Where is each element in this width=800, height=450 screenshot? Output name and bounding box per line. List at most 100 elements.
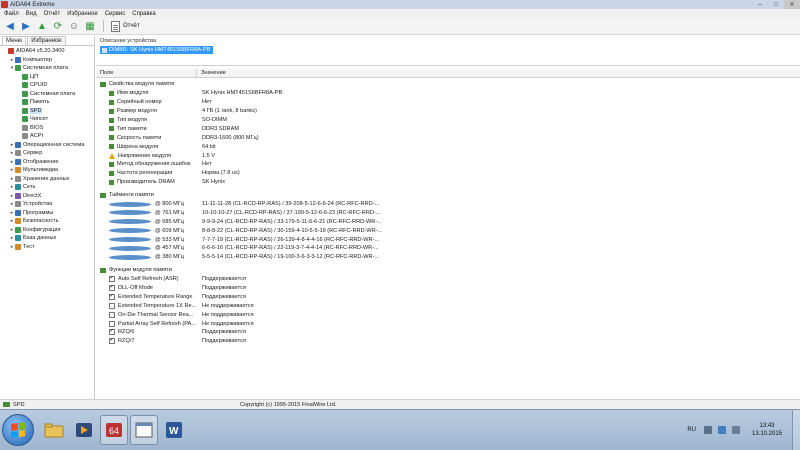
tree-node[interactable]: ACPI <box>0 132 94 141</box>
property-field: On-Die Thermal Sensor Rea... <box>96 311 201 318</box>
column-field[interactable]: Поле <box>96 70 196 76</box>
property-row[interactable]: Auto Self Refresh (ASR) Поддерживается <box>96 275 800 284</box>
property-row[interactable]: Частота регенерации Норма (7.8 us) <box>96 169 800 178</box>
start-button[interactable] <box>2 414 34 446</box>
refresh-icon[interactable]: ⟳ <box>51 19 65 33</box>
property-row[interactable]: RZQ/6 Поддерживается <box>96 328 800 337</box>
property-row[interactable]: Extended Temperature Range Поддерживается <box>96 292 800 301</box>
tree-node-label: База данных <box>23 235 57 242</box>
property-row[interactable]: @ 761 МГц 10-10-10-27 (CL-RCD-RP-RAS) / 3… <box>96 208 800 217</box>
property-row[interactable]: @ 533 МГц 7-7-7-19 (CL-RCD-RP-RAS) / 26-1… <box>96 235 800 244</box>
property-field-label: @ 533 МГц <box>155 236 185 243</box>
tray-volume-icon[interactable] <box>732 426 740 434</box>
tree-node[interactable]: ▸ Сеть <box>0 183 94 192</box>
property-value: Поддерживается <box>202 276 246 283</box>
tree-node[interactable]: CPUID <box>0 81 94 90</box>
tree-node[interactable]: ▸ Конфигурация <box>0 226 94 235</box>
tree-node[interactable]: ЦП <box>0 73 94 82</box>
tree-node-icon <box>15 65 21 72</box>
tree-node[interactable]: ▸ Мультимедиа <box>0 166 94 175</box>
tree-node[interactable]: Системная плата <box>0 90 94 99</box>
minimize-button[interactable]: – <box>752 0 768 9</box>
tree-node[interactable]: ▾ Системная плата <box>0 64 94 73</box>
windows-logo-icon <box>11 422 25 438</box>
menu-help[interactable]: Справка <box>132 11 156 17</box>
taskbar-word-button[interactable]: W <box>160 415 188 445</box>
close-button[interactable]: ✕ <box>784 0 800 9</box>
property-row[interactable]: Серийный номер Нет <box>96 98 800 107</box>
property-row[interactable]: On-Die Thermal Sensor Rea... Не поддержив… <box>96 310 800 319</box>
tree-node[interactable]: AIDA64 v5.20.3400 <box>0 47 94 56</box>
warning-icon <box>109 152 115 159</box>
column-value[interactable]: Значение <box>196 68 226 78</box>
property-row[interactable]: Напряжение модуля 1.5 V <box>96 151 800 160</box>
tab-favorites[interactable]: Избранное <box>27 36 66 45</box>
property-row[interactable]: @ 457 МГц 6-6-6-16 (CL-RCD-RP-RAS) / 22-1… <box>96 244 800 253</box>
tree-node[interactable]: ▸ Хранение данных <box>0 175 94 184</box>
clock[interactable]: 13:43 13.10.2015 <box>746 422 788 438</box>
back-arrow-icon[interactable]: ◀ <box>3 19 17 33</box>
maximize-button[interactable]: □ <box>768 0 784 9</box>
tree-node-label: Чипсет <box>30 116 49 123</box>
tree-node[interactable]: ▸ Сервер <box>0 149 94 158</box>
tab-menu[interactable]: Меню <box>2 36 27 45</box>
language-indicator[interactable]: RU <box>687 427 696 433</box>
tree-node[interactable]: ▸ Безопасность <box>0 217 94 226</box>
tree-node[interactable]: ▸ База данных <box>0 234 94 243</box>
property-row[interactable]: Тип памяти DDR3 SDRAM <box>96 124 800 133</box>
tree-node[interactable]: ▸ Отображение <box>0 158 94 167</box>
menu-tools[interactable]: Сервис <box>105 11 126 17</box>
taskbar-aida64-button[interactable]: 64 <box>100 415 128 445</box>
property-field: Ширина модуля <box>96 144 201 150</box>
tree-node[interactable]: Память <box>0 98 94 107</box>
tree-node[interactable]: ▸ Тест <box>0 243 94 252</box>
menu-file[interactable]: Файл <box>4 11 19 17</box>
property-value: 7-7-7-19 (CL-RCD-RP-RAS) / 26-139-4-8-4-… <box>202 236 380 243</box>
tree-node-label: Системная плата <box>30 90 76 97</box>
tray-flag-icon[interactable] <box>704 426 712 434</box>
tree-node[interactable]: Чипсет <box>0 115 94 124</box>
up-arrow-icon[interactable]: ▲ <box>35 19 49 33</box>
property-row[interactable]: @ 380 МГц 5-5-5-14 (CL-RCD-RP-RAS) / 19-1… <box>96 253 800 262</box>
taskbar-media-player-button[interactable] <box>70 415 98 445</box>
device-item-dimm1[interactable]: DIMM1: SK Hynix HMT451S6BFR8A-PB <box>100 46 214 54</box>
forward-arrow-icon[interactable]: ▶ <box>19 19 33 33</box>
property-row[interactable]: RZQ/7 Поддерживается <box>96 337 800 346</box>
property-row[interactable]: Имя модуля SK Hynix HMT451S6BFR8A-PB <box>96 89 800 98</box>
tray-network-icon[interactable] <box>718 426 726 434</box>
taskbar-window-button[interactable] <box>130 415 158 445</box>
tree-node[interactable]: ▸ Компьютер <box>0 56 94 65</box>
property-row[interactable]: Тип модуля SO-DIMM <box>96 116 800 125</box>
property-row[interactable]: Производитель DRAM SK Hynix <box>96 178 800 187</box>
taskbar-explorer-button[interactable] <box>40 415 68 445</box>
tree-node[interactable]: BIOS <box>0 124 94 133</box>
property-row[interactable]: Partial Array Self Refresh (PA... Не подд… <box>96 319 800 328</box>
unchecked-checkbox-icon <box>109 311 115 318</box>
report-button[interactable]: Отчёт <box>108 20 143 33</box>
property-row[interactable]: @ 800 МГц 11-11-11-28 (CL-RCD-RP-RAS) / 3… <box>96 200 800 209</box>
tree-node[interactable]: ▸ Устройства <box>0 200 94 209</box>
property-value: Нет <box>202 161 212 168</box>
menu-view[interactable]: Вид <box>26 11 37 17</box>
property-row[interactable]: Метод обнаружения ошибок Нет <box>96 160 800 169</box>
tree-node[interactable]: SPD <box>0 107 94 116</box>
user-icon[interactable]: ☺ <box>67 19 81 33</box>
timing-icon <box>109 237 151 243</box>
property-row[interactable]: DLL-Off Mode Поддерживается <box>96 284 800 293</box>
menu-report[interactable]: Отчёт <box>44 11 61 17</box>
memory-group-icon <box>100 267 106 273</box>
property-row[interactable]: Скорость памяти DDR3-1600 (800 МГц) <box>96 133 800 142</box>
property-row[interactable]: @ 609 МГц 8-8-8-22 (CL-RCD-RP-RAS) / 30-1… <box>96 226 800 235</box>
chart-icon[interactable]: ▦ <box>83 19 97 33</box>
property-row[interactable]: @ 685 МГц 9-9-9-24 (CL-RCD-RP-RAS) / 33-1… <box>96 217 800 226</box>
show-desktop-button[interactable] <box>792 410 800 450</box>
property-row[interactable]: Размер модуля 4 ГБ (1 rank, 8 banks) <box>96 107 800 116</box>
property-row[interactable]: Extended Temperature 1X Re... Не поддержи… <box>96 301 800 310</box>
tree-node[interactable]: ▸ DirectX <box>0 192 94 201</box>
property-row[interactable]: Ширина модуля 64 bit <box>96 142 800 151</box>
tree-node[interactable]: ▸ Операционная система <box>0 141 94 150</box>
menu-favorites[interactable]: Избранное <box>67 11 97 17</box>
property-field-label: Тип памяти <box>117 125 147 132</box>
property-field-label: On-Die Thermal Sensor Rea... <box>118 311 194 318</box>
tree-node[interactable]: ▸ Программы <box>0 209 94 218</box>
